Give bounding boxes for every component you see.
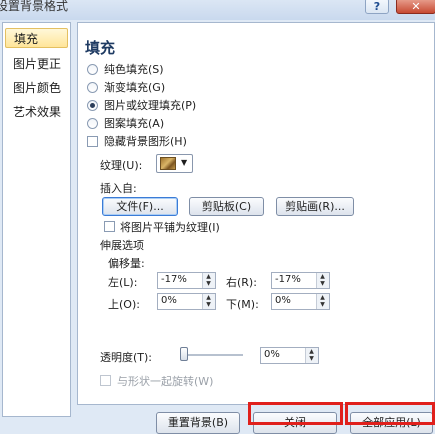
title-bar: 设置背景格式 ? ✕ [0, 0, 435, 20]
spinner-value: -17% [161, 274, 187, 285]
top-offset-label: 上(O): [108, 298, 140, 311]
sidebar-item-picture-color[interactable]: 图片颜色 [5, 78, 68, 98]
offset-label: 偏移量: [108, 257, 145, 270]
spin-down-icon[interactable]: ▼ [203, 301, 214, 308]
hide-bg-graphics-checkbox[interactable] [87, 136, 98, 147]
window-title: 设置背景格式 [0, 0, 69, 13]
radio-solid-fill[interactable] [87, 64, 98, 75]
checkbox-label: 将图片平铺为纹理(I) [120, 221, 220, 234]
sidebar-item-label: 图片更正 [13, 57, 62, 71]
help-icon: ? [373, 0, 381, 13]
left-offset-spinner[interactable]: -17% ▲ ▼ [157, 272, 216, 289]
stretch-options-label: 伸展选项 [100, 239, 144, 252]
radio-label: 图案填充(A) [104, 117, 165, 130]
spin-down-icon[interactable]: ▼ [317, 280, 328, 287]
sidebar-item-label: 填充 [14, 32, 39, 46]
fill-panel: 填充 纯色填充(S) 渐变填充(G) 图片或纹理填充(P) 图案填充(A) 隐藏… [77, 22, 435, 405]
transparency-slider[interactable] [181, 354, 243, 356]
spin-down-icon[interactable]: ▼ [306, 355, 317, 362]
left-offset-label: 左(L): [108, 276, 138, 289]
close-icon: ✕ [411, 0, 421, 13]
transparency-label: 透明度(T): [100, 351, 153, 364]
transparency-slider-thumb[interactable] [180, 347, 188, 361]
bottom-offset-label: 下(M): [226, 298, 259, 311]
window-close-button[interactable]: ✕ [396, 0, 435, 14]
bottom-offset-spinner[interactable]: 0% ▲ ▼ [271, 293, 330, 310]
texture-swatch [160, 157, 176, 170]
insert-from-label: 插入自: [100, 182, 137, 195]
spinner-value: 0% [161, 295, 177, 306]
spin-up-icon[interactable]: ▲ [317, 294, 328, 301]
chevron-down-icon: ▼ [181, 158, 188, 167]
clipboard-button[interactable]: 剪贴板(C) [189, 197, 264, 216]
reset-background-button[interactable]: 重置背景(B) [156, 412, 240, 434]
texture-label: 纹理(U): [100, 159, 143, 172]
transparency-spinner[interactable]: 0% ▲ ▼ [260, 347, 319, 364]
right-offset-label: 右(R): [226, 276, 257, 289]
highlight-box-apply-all [345, 402, 435, 425]
top-offset-spinner[interactable]: 0% ▲ ▼ [157, 293, 216, 310]
spinner-value: -17% [275, 274, 301, 285]
file-button[interactable]: 文件(F)... [102, 197, 178, 216]
spin-up-icon[interactable]: ▲ [203, 294, 214, 301]
texture-dropdown[interactable]: ▼ [156, 154, 193, 173]
radio-label: 纯色填充(S) [104, 63, 164, 76]
sidebar-item-label: 艺术效果 [13, 105, 62, 119]
radio-picture-texture-fill[interactable] [87, 100, 98, 111]
tile-texture-checkbox[interactable] [104, 221, 115, 232]
sidebar: 填充 图片更正 图片颜色 艺术效果 [2, 22, 71, 417]
radio-label: 渐变填充(G) [104, 81, 166, 94]
spin-down-icon[interactable]: ▼ [203, 280, 214, 287]
spin-down-icon[interactable]: ▼ [317, 301, 328, 308]
radio-pattern-fill[interactable] [87, 118, 98, 129]
highlight-box-close [248, 402, 343, 425]
radio-gradient-fill[interactable] [87, 82, 98, 93]
spin-up-icon[interactable]: ▲ [203, 273, 214, 280]
right-offset-spinner[interactable]: -17% ▲ ▼ [271, 272, 330, 289]
checkbox-label: 隐藏背景图形(H) [104, 135, 187, 148]
spinner-value: 0% [264, 349, 280, 360]
sidebar-item-artistic-effects[interactable]: 艺术效果 [5, 102, 68, 122]
spin-up-icon[interactable]: ▲ [317, 273, 328, 280]
checkbox-label: 与形状一起旋转(W) [117, 375, 214, 388]
help-button[interactable]: ? [365, 0, 389, 14]
radio-label: 图片或纹理填充(P) [104, 99, 197, 112]
section-heading: 填充 [85, 39, 116, 57]
spinner-value: 0% [275, 295, 291, 306]
sidebar-item-picture-corrections[interactable]: 图片更正 [5, 54, 68, 74]
rotate-with-shape-checkbox[interactable] [100, 375, 111, 386]
sidebar-item-fill[interactable]: 填充 [5, 28, 68, 48]
clipart-button[interactable]: 剪贴画(R)... [276, 197, 354, 216]
sidebar-item-label: 图片颜色 [13, 81, 62, 95]
spin-up-icon[interactable]: ▲ [306, 348, 317, 355]
